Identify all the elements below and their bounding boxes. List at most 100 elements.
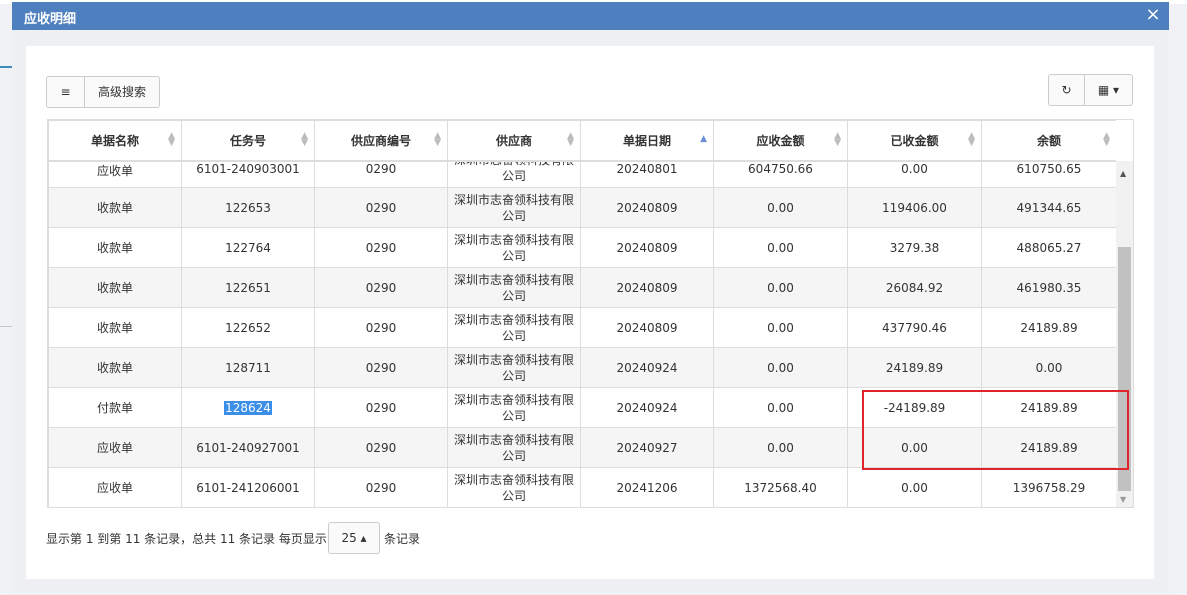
supplier-name: 深圳市志奋领科技有限公司: [453, 192, 574, 223]
pagination-summary: 显示第 1 到第 11 条记录，总共 11 条记录 每页显示: [46, 532, 327, 546]
table-row[interactable]: 收款单 122653 0290 深圳市志奋领科技有限公司 20240809 0.00 119…: [48, 187, 1116, 228]
table-row[interactable]: 收款单 122652 0290 深圳市志奋领科技有限公司 20240809 0.00 437…: [48, 307, 1116, 348]
cell-text: 应收单: [96, 481, 133, 495]
vertical-scrollbar[interactable]: ▲ ▼: [1116, 161, 1133, 507]
modal-body: ≡ 高级搜索 ↻ ▦ ▾ 单据名称▲▼ 任务号▲▼ 供应商编号▲▼: [26, 46, 1154, 579]
list-view-button[interactable]: ≡: [46, 76, 85, 108]
cell-text: 0.00: [767, 360, 794, 375]
cell-text: 0.00: [767, 320, 794, 335]
table-cell: 6101-240927001: [181, 427, 315, 468]
sort-icon: ▲ ▼: [567, 131, 574, 148]
table-cell: 深圳市志奋领科技有限公司: [447, 467, 581, 507]
table-cell: 收款单: [48, 307, 182, 348]
cell-text: 0290: [365, 360, 397, 375]
table-cell: 461980.35: [981, 267, 1116, 308]
table-cell: 收款单: [48, 347, 182, 388]
columns-icon: ▦ ▾: [1097, 83, 1120, 97]
refresh-button[interactable]: ↻: [1048, 74, 1085, 106]
column-header[interactable]: 供应商 ▲ ▼: [447, 120, 581, 160]
table-cell: 收款单: [48, 227, 182, 268]
advanced-search-button[interactable]: 高级搜索: [85, 76, 160, 108]
cell-text: 437790.46: [882, 320, 947, 335]
table-row[interactable]: 应收单 6101-240903001 0290 深圳市志奋领科技有限公司 2024080…: [48, 161, 1116, 188]
table-row[interactable]: 付款单 128624 0290 深圳市志奋领科技有限公司 20240924 0.00 -24…: [48, 387, 1116, 428]
table-cell: 6101-241206001: [181, 467, 315, 507]
table-cell: 0.00: [713, 347, 848, 388]
scroll-down-icon[interactable]: ▼: [1120, 495, 1126, 504]
page-size-select[interactable]: 25 ▴: [328, 522, 380, 554]
sort-icon: ▲ ▼: [168, 131, 175, 148]
column-header[interactable]: 单据日期 ▲: [580, 120, 714, 160]
table-cell: 深圳市志奋领科技有限公司: [447, 307, 581, 348]
scroll-thumb[interactable]: [1118, 247, 1131, 491]
table-cell: 0.00: [713, 227, 848, 268]
cell-text: 0.00: [901, 162, 928, 177]
table-cell: 0290: [314, 227, 448, 268]
cell-text: 488065.27: [1016, 240, 1082, 255]
cell-text: 0290: [365, 400, 397, 415]
column-header[interactable]: 已收金额 ▲ ▼: [847, 120, 982, 160]
table-cell: 0.00: [713, 387, 848, 428]
cell-text: 119406.00: [882, 200, 947, 215]
column-header[interactable]: 余额 ▲ ▼: [981, 120, 1116, 160]
table-cell: 128624: [181, 387, 315, 428]
cell-text: 0.00: [767, 280, 794, 295]
cell-text: 0.00: [901, 480, 928, 495]
cell-text: 付款单: [96, 401, 133, 415]
cell-text: 0290: [365, 440, 397, 455]
sort-icon: ▲ ▼: [434, 131, 441, 148]
column-header[interactable]: 任务号 ▲ ▼: [181, 120, 315, 160]
background-tab-marker: [0, 66, 12, 68]
cell-text: 610750.65: [1016, 162, 1082, 177]
close-icon[interactable]: ×: [1143, 5, 1163, 25]
modal-header: 应收明细 ×: [12, 2, 1169, 30]
receivable-detail-modal: 应收明细 × ≡ 高级搜索 ↻ ▦ ▾ 单据名称 ▲ ▼ 任务号 ▲ ▼ 供应商…: [12, 2, 1169, 595]
table-cell: 119406.00: [847, 187, 982, 228]
columns-toggle-button[interactable]: ▦ ▾: [1085, 74, 1133, 106]
table-row[interactable]: 收款单 122651 0290 深圳市志奋领科技有限公司 20240809 0.00 260…: [48, 267, 1116, 308]
table-cell: 0.00: [713, 307, 848, 348]
table-cell: 122653: [181, 187, 315, 228]
table-cell: 0290: [314, 467, 448, 507]
table-row[interactable]: 收款单 128711 0290 深圳市志奋领科技有限公司 20240924 0.00 241…: [48, 347, 1116, 388]
table-cell: 122651: [181, 267, 315, 308]
cell-text: 24189.89: [885, 360, 944, 375]
cell-text: 0290: [365, 240, 397, 255]
table-header: 单据名称 ▲ ▼ 任务号 ▲ ▼ 供应商编号 ▲ ▼ 供应商 ▲ ▼ 单据日期 ▲ 应收金额 ▲ ▼ …: [48, 120, 1116, 161]
cell-text: 0290: [365, 480, 397, 495]
column-header[interactable]: 单据名称 ▲ ▼: [48, 120, 182, 160]
cell-text: 6101-240927001: [196, 440, 300, 455]
table-cell: 0290: [314, 187, 448, 228]
cell-text: 122764: [225, 240, 271, 255]
cell-text: 20240801: [616, 162, 678, 177]
column-header[interactable]: 供应商编号 ▲ ▼: [314, 120, 448, 160]
column-header[interactable]: 应收金额 ▲ ▼: [713, 120, 848, 160]
cell-text: 1372568.40: [744, 480, 817, 495]
scroll-up-icon[interactable]: ▲: [1120, 169, 1126, 178]
table-row[interactable]: 收款单 122764 0290 深圳市志奋领科技有限公司 20240809 0.00 327…: [48, 227, 1116, 268]
table-cell: 26084.92: [847, 267, 982, 308]
table-cell: 20240809: [580, 187, 714, 228]
sort-icon: ▲ ▼: [834, 131, 841, 148]
cell-text: 收款单: [96, 361, 133, 375]
cell-text: 6101-241206001: [196, 480, 300, 495]
supplier-name: 深圳市志奋领科技有限公司: [453, 272, 574, 303]
cell-text: 0.00: [901, 440, 928, 455]
table-cell: -24189.89: [847, 387, 982, 428]
table-row[interactable]: 应收单 6101-240927001 0290 深圳市志奋领科技有限公司 2024092…: [48, 427, 1116, 468]
sort-asc-icon: ▲: [700, 134, 707, 144]
cell-text: 0.00: [767, 200, 794, 215]
refresh-icon: ↻: [1061, 83, 1072, 97]
table-cell: 128711: [181, 347, 315, 388]
table-cell: 20240924: [580, 387, 714, 428]
table-cell: 24189.89: [981, 387, 1116, 428]
cell-text: 1396758.29: [1012, 480, 1086, 495]
cell-text: 20240927: [616, 440, 678, 455]
cell-text: 6101-240903001: [196, 162, 300, 177]
table-row[interactable]: 应收单 6101-241206001 0290 深圳市志奋领科技有限公司 2024120…: [48, 467, 1116, 507]
sort-icon: ▲ ▼: [968, 131, 975, 148]
cell-text: 收款单: [96, 281, 133, 295]
table-cell: 610750.65: [981, 161, 1116, 188]
cell-text: 收款单: [96, 321, 133, 335]
table-cell: 深圳市志奋领科技有限公司: [447, 427, 581, 468]
